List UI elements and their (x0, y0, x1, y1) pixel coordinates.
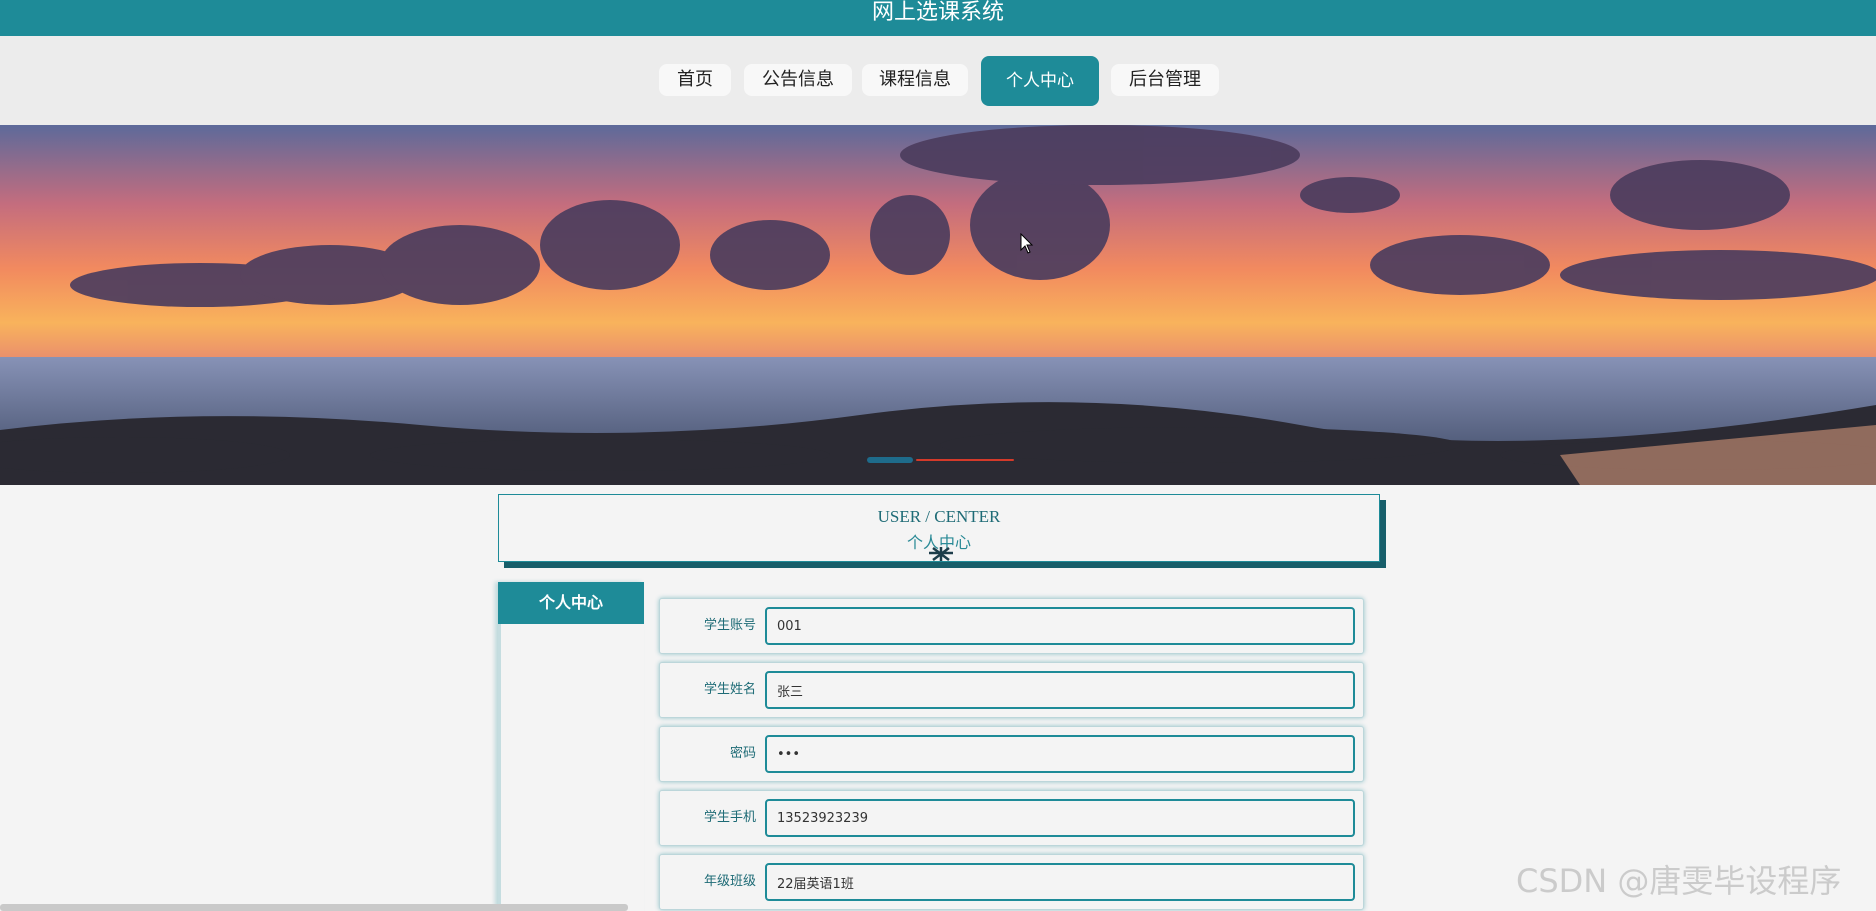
field-label: 年级班级 (703, 874, 756, 889)
field-label: 密码 (729, 746, 756, 761)
carousel-dot-2[interactable] (916, 459, 1014, 461)
watermark: CSDN @唐雯毕设程序 (1516, 862, 1842, 900)
field-label: 学生姓名 (703, 682, 756, 697)
top-header-bar: 网上选课系统 (0, 0, 1876, 36)
banner-carousel[interactable] (0, 125, 1876, 485)
mouse-cursor-icon (1020, 233, 1034, 254)
student-account-input[interactable] (765, 607, 1355, 645)
field-label: 学生手机 (703, 810, 756, 825)
section-title-box: USER / CENTER 个人中心 (498, 494, 1380, 562)
nav-item-announcements[interactable]: 公告信息 (744, 64, 852, 96)
main-nav: 首页 公告信息 课程信息 个人中心 后台管理 (0, 36, 1876, 125)
nav-item-home[interactable]: 首页 (659, 64, 731, 96)
sidebar-item-user-center[interactable]: 个人中心 (498, 582, 644, 624)
form-row-student-name: 学生姓名 (659, 662, 1364, 718)
nav-item-admin[interactable]: 后台管理 (1111, 64, 1219, 96)
horizontal-scrollbar[interactable] (0, 904, 628, 911)
section-title-en: USER / CENTER (877, 507, 1001, 526)
form-row-grade-class: 年级班级 (659, 854, 1364, 910)
grade-class-input[interactable] (765, 863, 1355, 901)
nav-item-user-center[interactable]: 个人中心 (981, 56, 1099, 106)
password-input[interactable] (765, 735, 1355, 773)
banner-image (0, 125, 1876, 485)
form-row-password: 密码 (659, 726, 1364, 782)
student-name-input[interactable] (765, 671, 1355, 709)
field-label: 学生账号 (703, 618, 756, 633)
form-row-student-account: 学生账号 (659, 598, 1364, 654)
site-title: 网上选课系统 (871, 0, 1004, 25)
carousel-dot-1[interactable] (867, 457, 913, 463)
title-ornament-icon (929, 547, 953, 561)
form-row-student-phone: 学生手机 (659, 790, 1364, 846)
nav-item-courses[interactable]: 课程信息 (862, 64, 968, 96)
student-phone-input[interactable] (765, 799, 1355, 837)
sidebar: 个人中心 (498, 582, 644, 911)
